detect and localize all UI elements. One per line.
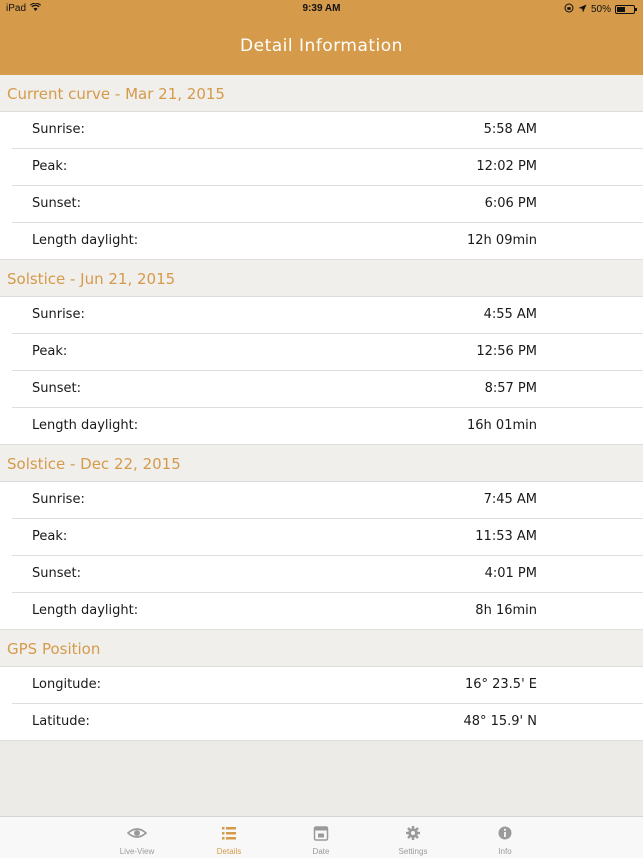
row-label: Sunrise: [32, 122, 85, 137]
section-header: Solstice - Dec 22, 2015 [0, 445, 643, 481]
row-label: Peak: [32, 159, 68, 174]
tab-live-view[interactable]: Live-View [97, 817, 177, 858]
row-value: 12h 09min [467, 233, 537, 248]
rotation-lock-icon [564, 3, 574, 16]
tab-label: Details [216, 847, 242, 856]
row-value: 16h 01min [467, 418, 537, 433]
list-item: Peak: 12:02 PM [0, 149, 643, 186]
row-value: 16° 23.5' E [464, 677, 537, 692]
page-title: Detail Information [240, 36, 403, 56]
row-value: 6:06 PM [484, 196, 537, 211]
row-label: Longitude: [32, 677, 102, 692]
calendar-icon [311, 824, 331, 842]
list-item: Length daylight: 12h 09min [0, 223, 643, 260]
row-value: 12:56 PM [476, 344, 537, 359]
gear-icon [403, 824, 423, 842]
row-label: Peak: [32, 529, 68, 544]
navigation-bar: iPad 9:39 AM 50% Detail Information [0, 0, 643, 75]
battery-icon [615, 5, 637, 14]
info-icon [495, 824, 515, 842]
tab-bar: Live-View Details Date Settings Info [0, 816, 643, 858]
list-item: Peak: 12:56 PM [0, 334, 643, 371]
row-label: Peak: [32, 344, 68, 359]
row-label: Length daylight: [32, 233, 139, 248]
row-value: 4:01 PM [484, 566, 537, 581]
row-value: 11:53 AM [475, 529, 537, 544]
section-current-curve: Current curve - Mar 21, 2015 Sunrise: 5:… [0, 75, 643, 260]
list-item: Longitude: 16° 23.5' E [0, 667, 643, 704]
row-value: 8h 16min [475, 603, 537, 618]
row-value: 48° 15.9' N [463, 714, 537, 729]
section-gps-position: GPS Position Longitude: 16° 23.5' E Lati… [0, 630, 643, 741]
list-item: Length daylight: 16h 01min [0, 408, 643, 445]
tab-label: Settings [398, 847, 428, 856]
list-item: Sunset: 4:01 PM [0, 556, 643, 593]
tab-date[interactable]: Date [281, 817, 361, 858]
row-label: Length daylight: [32, 603, 139, 618]
section-header: Solstice - Jun 21, 2015 [0, 260, 643, 296]
tab-label: Date [312, 847, 330, 856]
row-label: Sunset: [32, 566, 81, 581]
list-item: Sunrise: 7:45 AM [0, 482, 643, 519]
tab-info[interactable]: Info [465, 817, 545, 858]
tab-details[interactable]: Details [189, 817, 269, 858]
row-value: 7:45 AM [483, 492, 537, 507]
list-item: Peak: 11:53 AM [0, 519, 643, 556]
row-label: Length daylight: [32, 418, 139, 433]
tab-settings[interactable]: Settings [373, 817, 453, 858]
section-summer-solstice: Solstice - Jun 21, 2015 Sunrise: 4:55 AM… [0, 260, 643, 445]
status-bar: iPad 9:39 AM 50% [0, 0, 643, 18]
eye-icon [126, 824, 148, 842]
location-arrow-icon [578, 4, 587, 16]
row-label: Sunset: [32, 381, 81, 396]
tab-label: Info [498, 847, 512, 856]
row-label: Sunset: [32, 196, 81, 211]
list-item: Sunset: 8:57 PM [0, 371, 643, 408]
row-label: Sunrise: [32, 492, 85, 507]
status-time: 9:39 AM [302, 3, 341, 14]
row-value: 8:57 PM [484, 381, 537, 396]
row-label: Sunrise: [32, 307, 85, 322]
tab-label: Live-View [119, 847, 155, 856]
section-header: GPS Position [0, 630, 643, 666]
section-header: Current curve - Mar 21, 2015 [0, 75, 643, 111]
list-item: Sunrise: 5:58 AM [0, 112, 643, 149]
row-label: Latitude: [32, 714, 90, 729]
battery-percent: 50% [590, 4, 611, 15]
list-item: Sunrise: 4:55 AM [0, 297, 643, 334]
detail-list: Current curve - Mar 21, 2015 Sunrise: 5:… [0, 75, 643, 741]
list-item: Length daylight: 8h 16min [0, 593, 643, 630]
row-value: 12:02 PM [476, 159, 537, 174]
list-icon [219, 824, 239, 842]
section-winter-solstice: Solstice - Dec 22, 2015 Sunrise: 7:45 AM… [0, 445, 643, 630]
list-item: Latitude: 48° 15.9' N [0, 704, 643, 741]
row-value: 5:58 AM [483, 122, 537, 137]
row-value: 4:55 AM [483, 307, 537, 322]
list-item: Sunset: 6:06 PM [0, 186, 643, 223]
